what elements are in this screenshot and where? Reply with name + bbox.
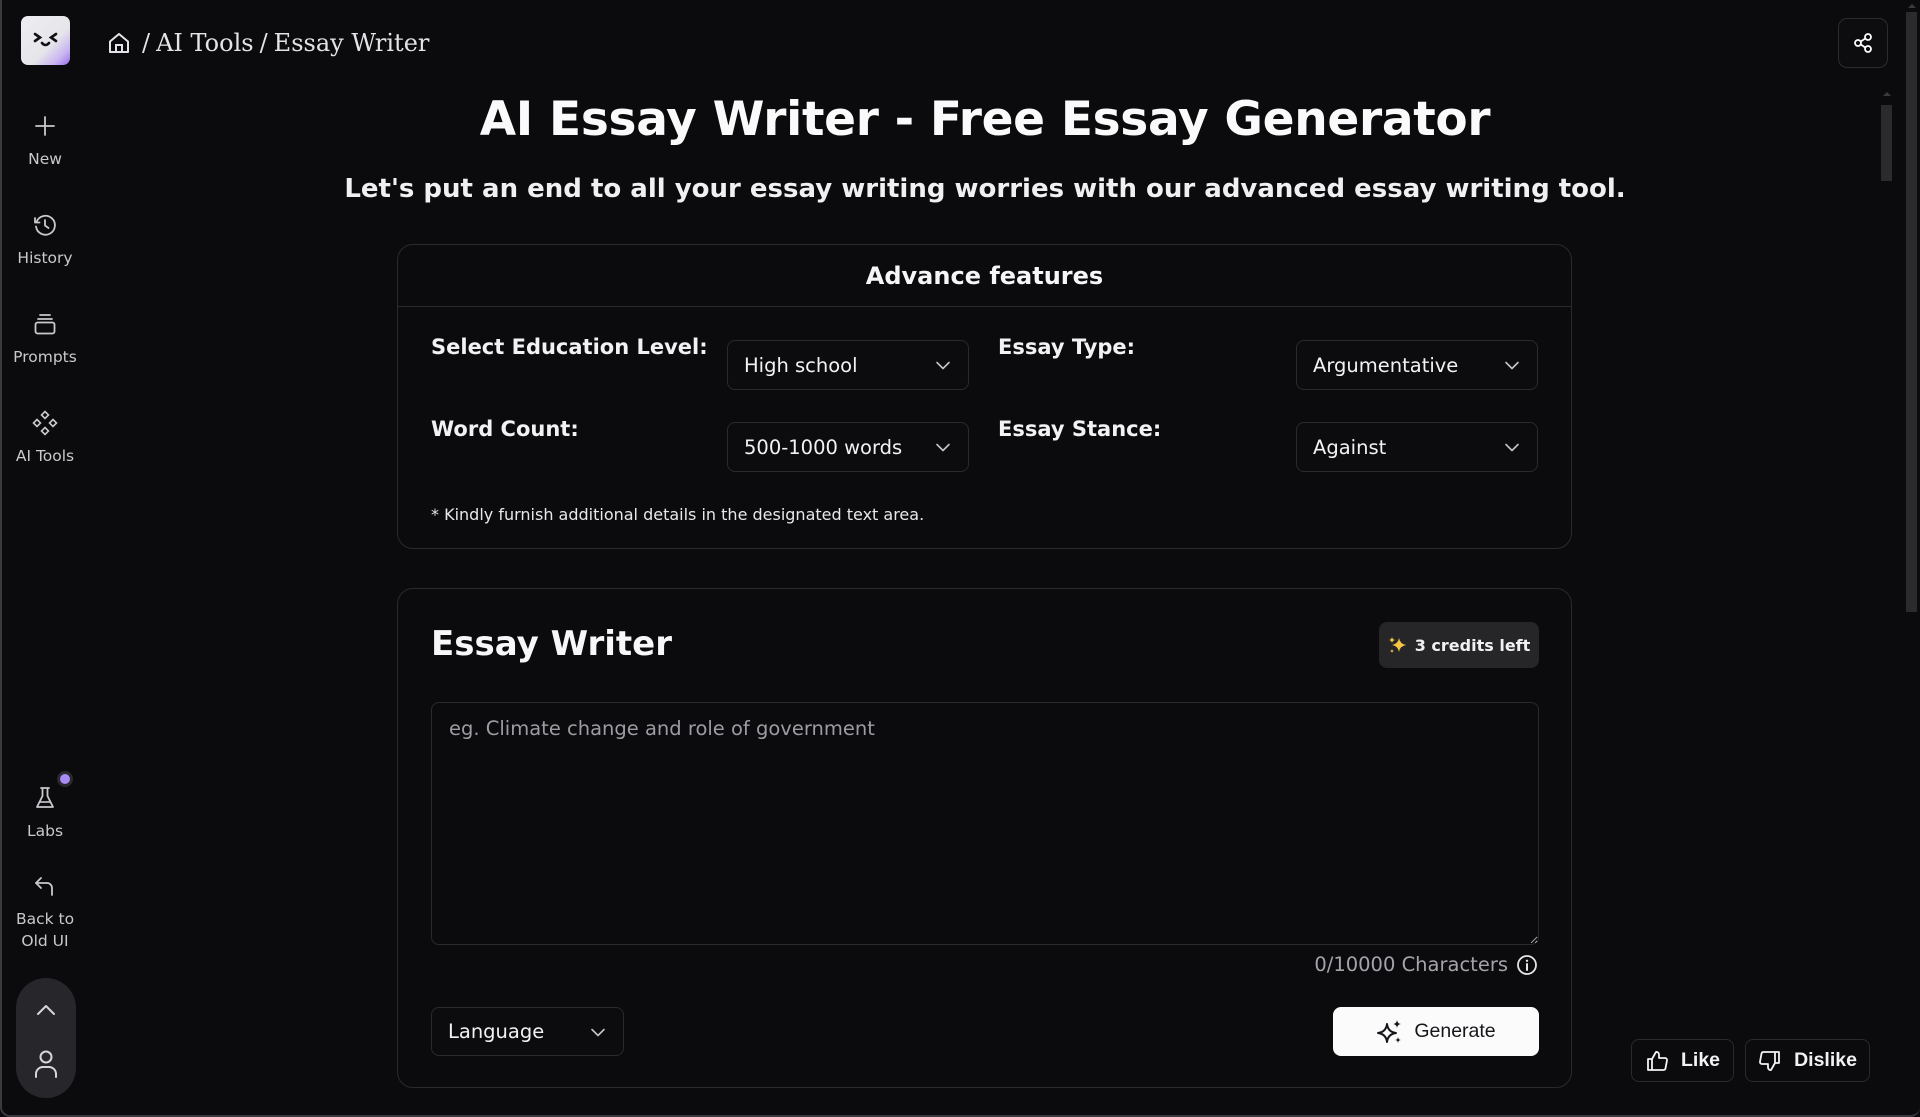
outer-scroll-up-arrow[interactable] (1908, 4, 1916, 8)
sidebar-item-prompts[interactable]: Prompts (0, 310, 90, 368)
thumbs-up-icon (1647, 1050, 1668, 1071)
education-level-label: Select Education Level: (431, 335, 708, 359)
word-count-value: 500-1000 words (744, 435, 903, 459)
page-title: AI Essay Writer - Free Essay Generator (479, 92, 1491, 147)
essay-type-select[interactable]: Argumentative (1296, 340, 1538, 390)
chevron-up-icon[interactable] (33, 998, 59, 1024)
essay-writer-title: Essay Writer (431, 624, 673, 664)
sidebar-item-labs[interactable]: Labs (0, 784, 90, 842)
character-count-text: 0/10000 Characters (1314, 953, 1508, 976)
breadcrumb-ai-tools[interactable]: AI Tools (156, 29, 253, 57)
inner-scroll-up-arrow[interactable] (1883, 92, 1891, 96)
dislike-button[interactable]: Dislike (1745, 1039, 1870, 1082)
like-button[interactable]: Like (1631, 1039, 1734, 1082)
sidebar-item-label: New (28, 150, 62, 168)
breadcrumb: / AI Tools / Essay Writer (106, 26, 429, 60)
chevron-down-icon (936, 443, 950, 452)
diamonds-icon (32, 410, 58, 436)
essay-type-label: Essay Type: (998, 335, 1136, 359)
sidebar-item-label: History (17, 249, 73, 267)
inner-scrollbar-thumb[interactable] (1881, 105, 1892, 181)
sidebar-item-history[interactable]: History (0, 211, 90, 269)
sidebar-item-label: Old UI (21, 932, 69, 950)
sidebar: New History Prompts AI Tools Labs Back t… (0, 0, 90, 1117)
generate-label: Generate (1414, 1020, 1496, 1042)
essay-stance-select[interactable]: Against (1296, 422, 1538, 472)
outer-scrollbar-thumb[interactable] (1906, 12, 1917, 612)
sparkles-icon (1388, 637, 1406, 653)
chevron-down-icon (936, 361, 950, 370)
user-icon[interactable] (33, 1048, 59, 1080)
plus-icon (35, 116, 55, 136)
dislike-label: Dislike (1794, 1049, 1857, 1071)
history-icon (34, 214, 56, 236)
page-subtitle: Let's put an end to all your essay writi… (344, 174, 1626, 204)
credits-badge: 3 credits left (1379, 622, 1539, 668)
sidebar-item-new[interactable]: New (0, 112, 90, 170)
language-value: Language (448, 1020, 545, 1043)
language-select[interactable]: Language (431, 1007, 624, 1056)
essay-topic-input[interactable] (431, 702, 1539, 945)
labs-notification-dot (57, 771, 73, 787)
breadcrumb-separator: / (259, 29, 268, 57)
essay-stance-label: Essay Stance: (998, 417, 1162, 441)
sidebar-item-back-to-old-ui[interactable]: Back to Old UI (0, 872, 90, 952)
like-label: Like (1680, 1049, 1721, 1071)
advance-features-card: Advance features Select Education Level:… (397, 244, 1572, 549)
thumbs-down-icon (1759, 1050, 1780, 1071)
breadcrumb-separator: / (142, 29, 151, 57)
character-count: 0/10000 Characters (1314, 953, 1538, 976)
credits-text: 3 credits left (1414, 635, 1531, 655)
essay-stance-value: Against (1313, 435, 1387, 459)
flask-icon (36, 787, 54, 808)
sidebar-item-label: Prompts (13, 348, 77, 366)
user-menu[interactable] (16, 978, 76, 1098)
back-arrow-icon (35, 877, 53, 896)
sidebar-item-ai-tools[interactable]: AI Tools (0, 409, 90, 467)
chevron-down-icon (591, 1028, 605, 1036)
share-icon (1854, 33, 1872, 53)
essay-writer-card: Essay Writer 3 credits left 0/10000 Char… (397, 588, 1572, 1088)
generate-button[interactable]: Generate (1333, 1007, 1539, 1056)
advance-features-heading: Advance features (398, 245, 1571, 307)
sidebar-item-label: Labs (26, 822, 64, 840)
info-icon[interactable] (1516, 954, 1538, 976)
sidebar-item-label: Back to (15, 910, 75, 928)
word-count-select[interactable]: 500-1000 words (727, 422, 969, 472)
education-level-value: High school (744, 353, 858, 377)
education-level-select[interactable]: High school (727, 340, 969, 390)
sidebar-item-label: AI Tools (15, 447, 75, 465)
share-button[interactable] (1838, 18, 1888, 68)
chevron-down-icon (1505, 443, 1519, 452)
sparkles-icon (1377, 1019, 1402, 1043)
details-note: * Kindly furnish additional details in t… (431, 505, 925, 524)
app-logo[interactable] (21, 16, 70, 65)
home-icon[interactable] (106, 30, 132, 56)
word-count-label: Word Count: (431, 417, 579, 441)
essay-type-value: Argumentative (1313, 353, 1459, 377)
breadcrumb-essay-writer: Essay Writer (273, 29, 430, 57)
chevron-down-icon (1505, 361, 1519, 370)
stack-icon (34, 314, 56, 335)
